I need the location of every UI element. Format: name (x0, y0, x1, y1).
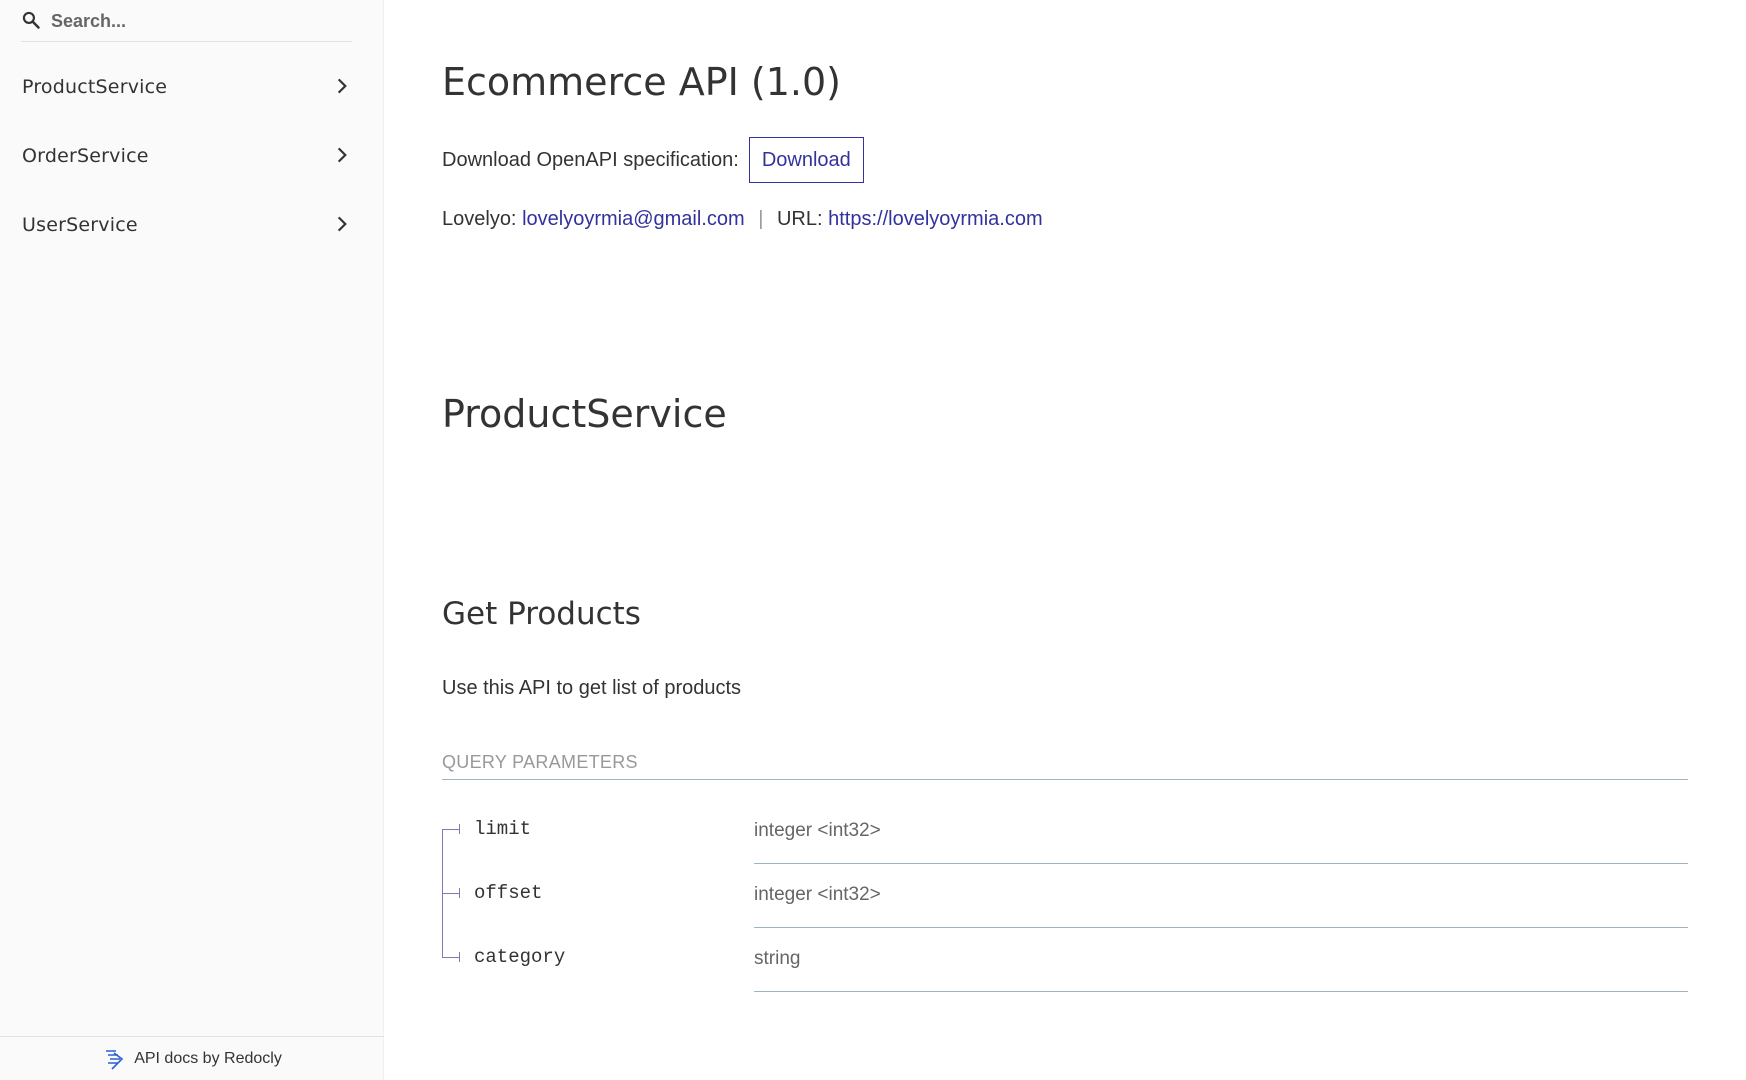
param-row: category string (442, 928, 1688, 992)
contact-separator: | (758, 208, 764, 230)
contact-email-link[interactable]: lovelyoyrmia@gmail.com (522, 208, 745, 230)
search-box (21, 0, 352, 42)
row-divider (754, 991, 1688, 992)
download-button[interactable]: Download (748, 137, 864, 183)
param-type: integer <int32> (754, 884, 881, 905)
sidebar-item-label: OrderService (22, 144, 149, 167)
tree-branch (442, 893, 460, 894)
search-input[interactable] (51, 6, 341, 36)
sidebar: ProductService OrderService UserService … (0, 0, 384, 1080)
chevron-right-icon (337, 147, 347, 163)
param-type: integer <int32> (754, 820, 881, 841)
query-parameters-table: limit integer <int32> offset integer <in… (442, 800, 1688, 992)
tree-branch (442, 829, 460, 830)
download-row: Download OpenAPI specification: Download (442, 137, 864, 183)
sidebar-item-label: ProductService (22, 75, 168, 98)
contact-url-label: URL: (776, 208, 823, 230)
search-icon (22, 11, 40, 29)
param-type: string (754, 948, 801, 969)
operation-description: Use this API to get list of products (442, 677, 742, 699)
tree-branch (442, 957, 460, 958)
redocly-footer[interactable]: API docs by Redocly (0, 1036, 384, 1080)
sidebar-item-userservice[interactable]: UserService (0, 190, 384, 259)
param-name: category (474, 946, 566, 968)
param-row: offset integer <int32> (442, 864, 1688, 928)
tree-tick (459, 952, 460, 962)
api-title: Ecommerce API (1.0) (442, 60, 841, 104)
tree-tick (459, 888, 460, 898)
chevron-right-icon (337, 216, 347, 232)
sidebar-nav: ProductService OrderService UserService (0, 52, 384, 259)
param-name: limit (474, 818, 532, 840)
download-label: Download OpenAPI specification: (442, 148, 739, 171)
param-name: offset (474, 882, 543, 904)
sidebar-item-productservice[interactable]: ProductService (0, 52, 384, 121)
contact-name-label: Lovelyo: (442, 208, 517, 230)
tree-line (442, 928, 443, 958)
contact-url-link[interactable]: https://lovelyoyrmia.com (828, 208, 1043, 230)
tree-tick (459, 824, 460, 834)
tree-line (442, 864, 443, 928)
operation-title: Get Products (442, 596, 641, 632)
section-title: ProductService (442, 392, 727, 436)
query-parameters-header: Query Parameters (442, 752, 1688, 780)
footer-text: API docs by Redocly (134, 1049, 282, 1067)
tree-line (442, 829, 443, 864)
param-row: limit integer <int32> (442, 800, 1688, 864)
sidebar-item-orderservice[interactable]: OrderService (0, 121, 384, 190)
redocly-logo-icon (106, 1049, 124, 1070)
sidebar-item-label: UserService (22, 213, 138, 236)
contact-info: Lovelyo: lovelyoyrmia@gmail.com | URL: h… (442, 208, 1043, 231)
chevron-right-icon (337, 78, 347, 94)
